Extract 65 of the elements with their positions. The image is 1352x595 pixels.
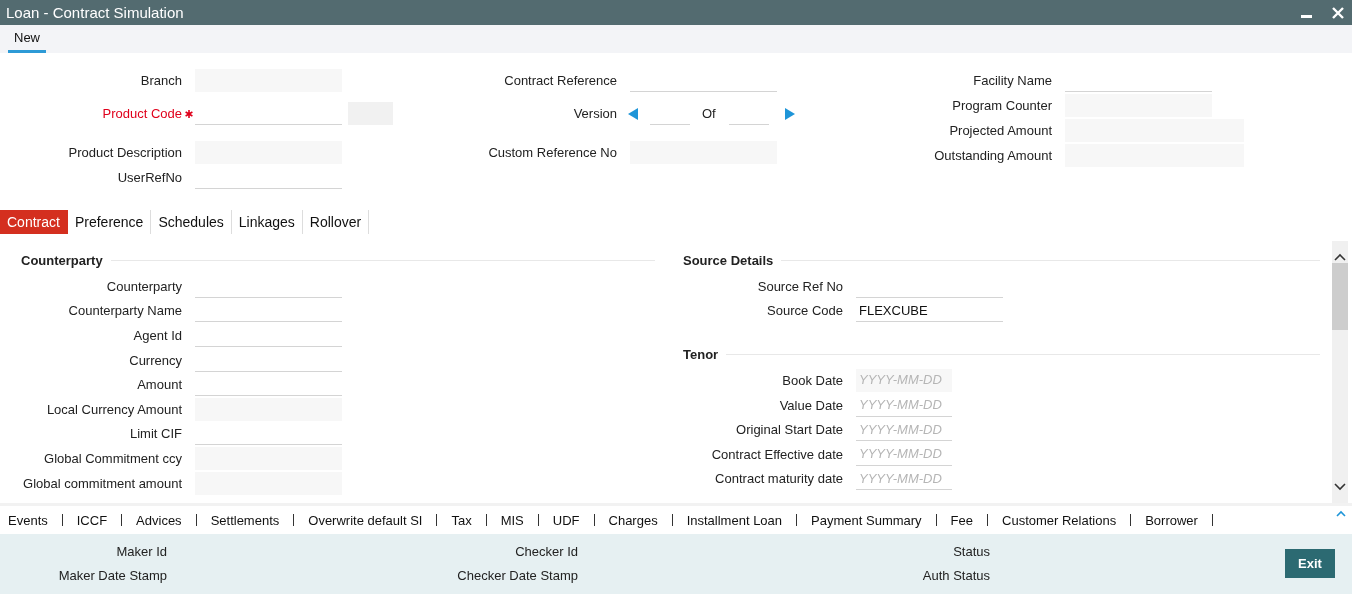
scroll-up-icon[interactable] <box>1334 253 1346 261</box>
field-label: Maker Id <box>116 543 167 561</box>
read-only-field[interactable] <box>195 446 342 470</box>
previous-icon[interactable] <box>628 107 638 120</box>
section-title: Counterparty <box>21 252 103 268</box>
field-label: UserRefNo <box>116 170 182 185</box>
field-label: Book Date <box>781 373 843 388</box>
field-label: Limit CIF <box>129 426 182 442</box>
link[interactable]: Installment Loan <box>678 512 797 528</box>
expand-icon[interactable] <box>1336 510 1346 517</box>
field-label: Product Code <box>101 106 182 121</box>
field-label: Counterparty Name <box>67 303 182 319</box>
field-label: Of <box>702 106 716 121</box>
field-label: Outstanding Amount <box>933 148 1052 163</box>
next-icon[interactable] <box>784 107 795 120</box>
link[interactable]: Overwrite default SI <box>300 512 437 528</box>
field-label: Program Counter <box>951 98 1052 113</box>
link[interactable]: Fee <box>942 512 987 528</box>
section-title: Source Details <box>683 252 774 268</box>
window-title: Loan - Contract Simulation <box>6 4 185 21</box>
field-label: Counterparty <box>105 278 182 294</box>
required-icon <box>184 109 193 118</box>
link[interactable]: Customer Relations <box>994 512 1131 528</box>
scroll-down-icon[interactable] <box>1334 483 1346 491</box>
link[interactable]: Payment Summary <box>803 512 936 528</box>
field-label: Local Currency Amount <box>45 401 182 417</box>
field-label: Projected Amount <box>948 123 1052 138</box>
field-label: Amount <box>136 377 182 393</box>
close-icon[interactable] <box>1332 6 1344 19</box>
link[interactable]: Borrower <box>1137 512 1212 528</box>
link[interactable]: Events <box>0 512 62 528</box>
field-label: Original Start Date <box>735 422 843 438</box>
link[interactable]: Advices <box>128 512 196 528</box>
field-label: Source Code <box>766 303 843 319</box>
tab[interactable]: Contract <box>0 210 68 234</box>
exit-button[interactable]: Exit <box>1285 548 1335 578</box>
field-label: Source Ref No <box>756 278 843 294</box>
field-label: Maker Date Stamp <box>58 567 167 585</box>
field-label: Global Commitment ccy <box>43 450 182 466</box>
field-label: Contract maturity date <box>714 471 843 487</box>
read-only-field[interactable] <box>195 397 342 421</box>
link[interactable]: Charges <box>600 512 672 528</box>
field-label: Product Description <box>67 145 182 160</box>
field-label: Agent Id <box>132 328 182 343</box>
link[interactable]: MIS <box>492 512 538 528</box>
field-label: Global commitment amount <box>22 475 182 491</box>
link[interactable]: UDF <box>544 512 594 528</box>
link[interactable]: ICCF <box>68 512 122 528</box>
field-label: Status <box>953 543 990 561</box>
link[interactable]: Settlements <box>202 512 294 528</box>
field-label: Custom Reference No <box>487 145 617 160</box>
field-label: Facility Name <box>972 73 1052 88</box>
field-label: Currency <box>128 352 182 368</box>
field-label: Branch <box>139 73 182 88</box>
toolbar-button[interactable]: New <box>8 29 46 53</box>
field-label: Contract Effective date <box>710 446 843 462</box>
link[interactable]: Tax <box>443 512 486 528</box>
scrollbar[interactable] <box>1332 241 1348 503</box>
field-label: Checker Date Stamp <box>457 567 578 585</box>
section-title: Tenor <box>683 346 719 362</box>
field-label: Version <box>572 106 617 121</box>
field-label: Contract Reference <box>503 73 617 88</box>
field-label: Checker Id <box>515 543 578 561</box>
field-label: Auth Status <box>922 567 990 585</box>
field-label: Value Date <box>778 397 843 413</box>
